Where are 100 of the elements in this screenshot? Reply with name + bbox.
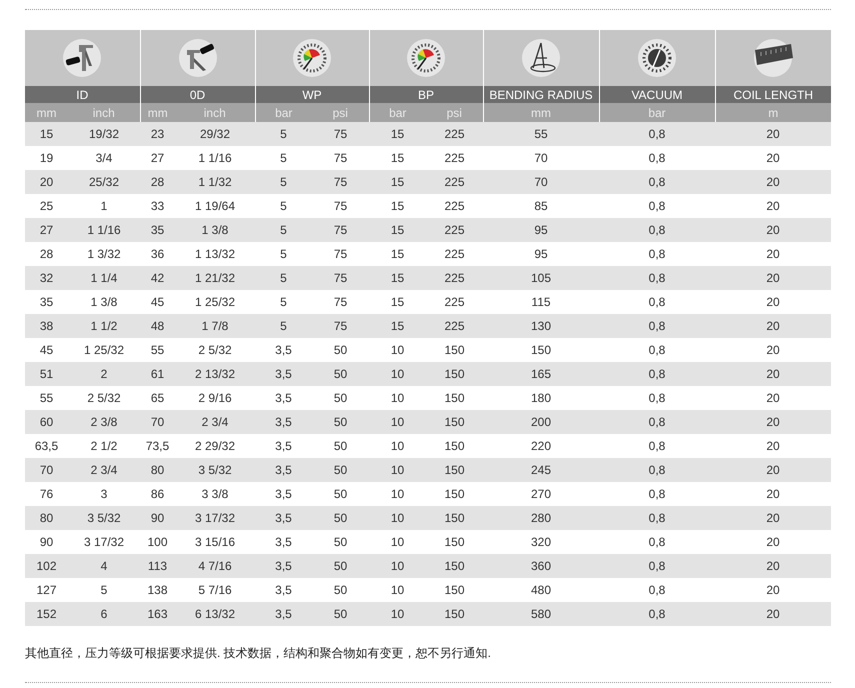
table-cell: 5: [255, 290, 312, 314]
table-cell: 50: [312, 530, 369, 554]
table-cell: 73,5: [140, 434, 175, 458]
table-cell: 5: [255, 170, 312, 194]
table-cell: 25: [25, 194, 68, 218]
table-cell: 5: [255, 266, 312, 290]
table-cell: 15: [369, 290, 426, 314]
table-cell: 20: [715, 290, 831, 314]
table-cell: 50: [312, 434, 369, 458]
unit-header: mm: [25, 103, 68, 122]
table-cell: 10: [369, 362, 426, 386]
table-cell: 5 7/16: [175, 578, 255, 602]
table-cell: 5: [255, 314, 312, 338]
table-cell: 113: [140, 554, 175, 578]
unit-header: bar: [599, 103, 715, 122]
table-cell: 20: [715, 170, 831, 194]
table-cell: 5: [68, 578, 140, 602]
table-cell: 5: [255, 194, 312, 218]
table-cell: 20: [715, 146, 831, 170]
table-cell: 225: [426, 146, 483, 170]
table-cell: 20: [715, 458, 831, 482]
column-header: BP: [369, 86, 483, 103]
table-cell: 28: [140, 170, 175, 194]
table-cell: 35: [140, 218, 175, 242]
table-cell: 75: [312, 266, 369, 290]
table-cell: 0,8: [599, 578, 715, 602]
table-cell: 225: [426, 266, 483, 290]
table-cell: 163: [140, 602, 175, 626]
table-cell: 25/32: [68, 170, 140, 194]
table-cell: 55: [25, 386, 68, 410]
table-cell: 150: [426, 578, 483, 602]
table-cell: 15: [369, 194, 426, 218]
table-cell: 220: [483, 434, 599, 458]
table-cell: 20: [715, 482, 831, 506]
table-cell: 75: [312, 218, 369, 242]
table-cell: 20: [715, 434, 831, 458]
table-cell: 1 19/64: [175, 194, 255, 218]
table-cell: 20: [715, 338, 831, 362]
table-cell: 3,5: [255, 386, 312, 410]
table-cell: 50: [312, 554, 369, 578]
table-cell: 20: [715, 554, 831, 578]
table-cell: 3 5/32: [175, 458, 255, 482]
table-cell: 15: [369, 122, 426, 146]
table-cell: 20: [715, 602, 831, 626]
table-cell: 75: [312, 242, 369, 266]
table-cell: 150: [426, 362, 483, 386]
table-cell: 3,5: [255, 362, 312, 386]
table-cell: 3 17/32: [68, 530, 140, 554]
unit-header: psi: [426, 103, 483, 122]
table-cell: 360: [483, 554, 599, 578]
table-cell: 42: [140, 266, 175, 290]
table-cell: 3: [68, 482, 140, 506]
table-cell: 20: [715, 242, 831, 266]
table-cell: 15: [369, 170, 426, 194]
pressure-gauge-icon: [292, 38, 332, 78]
table-cell: 20: [715, 362, 831, 386]
table-cell: 29/32: [175, 122, 255, 146]
table-cell: 3,5: [255, 410, 312, 434]
table-cell: 225: [426, 290, 483, 314]
table-cell: 0,8: [599, 482, 715, 506]
table-cell: 225: [426, 194, 483, 218]
table-cell: 0,8: [599, 338, 715, 362]
table-cell: 19/32: [68, 122, 140, 146]
table-cell: 3,5: [255, 602, 312, 626]
table-cell: 70: [483, 170, 599, 194]
table-cell: 150: [426, 506, 483, 530]
table-cell: 2 5/32: [175, 338, 255, 362]
table-cell: 75: [312, 122, 369, 146]
table-cell: 3,5: [255, 482, 312, 506]
table-cell: 33: [140, 194, 175, 218]
table-cell: 28: [25, 242, 68, 266]
table-cell: 1: [68, 194, 140, 218]
table-cell: 2 3/4: [68, 458, 140, 482]
table-cell: 23: [140, 122, 175, 146]
table-cell: 1 3/32: [68, 242, 140, 266]
drawing-compass-icon: [521, 38, 561, 78]
table-cell: 2 9/16: [175, 386, 255, 410]
table-cell: 75: [312, 146, 369, 170]
footnote: 其他直径，压力等级可根据要求提供. 技术数据，结构和聚合物如有变更，恕不另行通知.: [25, 646, 492, 660]
table-cell: 45: [25, 338, 68, 362]
table-cell: 225: [426, 218, 483, 242]
table-cell: 0,8: [599, 554, 715, 578]
table-cell: 1 7/8: [175, 314, 255, 338]
table-cell: 0,8: [599, 146, 715, 170]
table-cell: 0,8: [599, 434, 715, 458]
table-cell: 70: [25, 458, 68, 482]
table-cell: 50: [312, 338, 369, 362]
table-cell: 45: [140, 290, 175, 314]
table-cell: 0,8: [599, 170, 715, 194]
table-cell: 6: [68, 602, 140, 626]
table-cell: 3 15/16: [175, 530, 255, 554]
table-cell: 60: [25, 410, 68, 434]
table-cell: 51: [25, 362, 68, 386]
table-cell: 70: [140, 410, 175, 434]
table-cell: 127: [25, 578, 68, 602]
column-header: BENDING RADIUS: [483, 86, 599, 103]
table-cell: 1 13/32: [175, 242, 255, 266]
table-cell: 2 1/2: [68, 434, 140, 458]
table-cell: 20: [715, 578, 831, 602]
table-cell: 20: [715, 386, 831, 410]
